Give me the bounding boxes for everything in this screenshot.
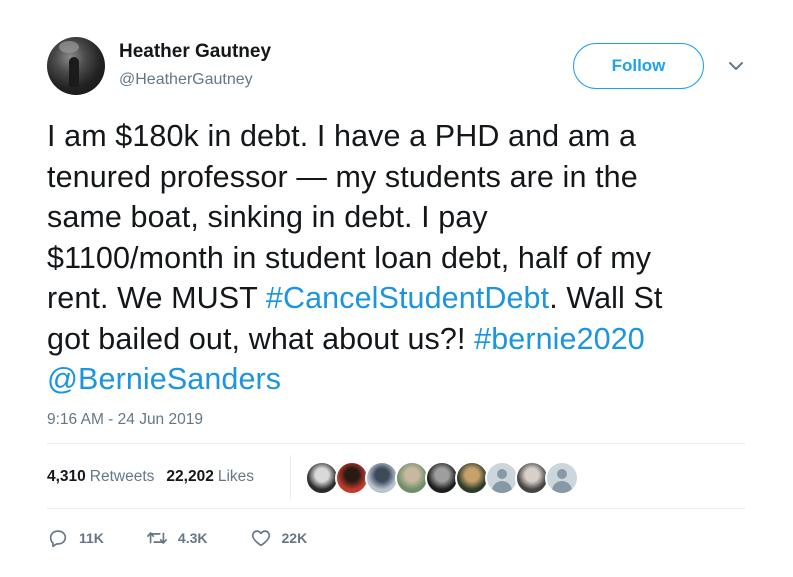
tweet-text-line: same boat, sinking in debt. I pay <box>47 197 767 238</box>
avatar-figure <box>69 57 79 87</box>
retweet-count: 4.3K <box>177 530 208 546</box>
tweet-text-line: I am $180k in debt. I have a PHD and am … <box>47 116 767 157</box>
likes-count: 22,202 <box>166 468 214 485</box>
tweet-text-segment: tenured professor — my students are in t… <box>47 159 638 194</box>
liker-avatar[interactable] <box>395 461 429 495</box>
avatar-light <box>59 41 79 53</box>
retweets-label: Retweets <box>89 468 155 485</box>
tweet-text-segment: got bailed out, what about us?! <box>47 321 475 356</box>
chevron-down-icon[interactable] <box>727 59 745 73</box>
hashtag-link[interactable]: #CancelStudentDebt <box>266 281 549 315</box>
divider <box>47 443 745 444</box>
tweet-text-segment: same boat, sinking in debt. I pay <box>47 200 488 234</box>
tweet-text-segment: I am $180k in debt. I have a PHD and am … <box>47 119 637 153</box>
tweet-text-segment: $1100/month in student loan debt, half o… <box>47 240 652 275</box>
author-name[interactable]: Heather Gautney <box>119 41 271 63</box>
like-count: 22K <box>281 530 308 546</box>
liker-avatars <box>305 461 579 497</box>
divider <box>47 508 745 509</box>
like-action[interactable]: 22K <box>250 527 308 549</box>
default-avatar-icon[interactable] <box>545 461 579 495</box>
tweet-card: Heather Gautney @HeatherGautney Follow I… <box>0 0 793 577</box>
author-avatar[interactable] <box>47 37 105 95</box>
author-handle[interactable]: @HeatherGautney <box>119 71 253 89</box>
tweet-text-line: tenured professor — my students are in t… <box>47 157 767 198</box>
mention-link[interactable]: @BernieSanders <box>47 362 281 396</box>
retweet-icon <box>146 532 167 544</box>
retweet-action[interactable]: 4.3K <box>146 527 208 549</box>
likes-label: Likes <box>217 468 255 485</box>
tweet-text: I am $180k in debt. I have a PHD and am … <box>47 116 767 400</box>
tweet-timestamp[interactable]: 9:16 AM - 24 Jun 2019 <box>47 411 203 429</box>
default-avatar-icon[interactable] <box>485 461 519 495</box>
tweet-text-line: rent. We MUST #CancelStudentDebt. Wall S… <box>47 278 767 319</box>
reply-count: 11K <box>79 530 104 546</box>
tweet-text-line: got bailed out, what about us?! #bernie2… <box>47 319 767 360</box>
liker-avatar[interactable] <box>305 461 339 495</box>
liker-avatar[interactable] <box>515 461 549 495</box>
stats-separator <box>290 455 291 499</box>
liker-avatar[interactable] <box>425 461 459 495</box>
reply-action[interactable]: 11K <box>47 527 104 549</box>
liker-avatar[interactable] <box>335 461 369 495</box>
heart-icon <box>251 530 270 547</box>
tweet-stats: 4,310 Retweets 22,202 Likes <box>47 468 254 486</box>
retweets-stat[interactable]: 4,310 Retweets <box>47 468 154 486</box>
tweet-actions: 11K 4.3K 22K <box>47 526 307 550</box>
liker-avatar[interactable] <box>455 461 489 495</box>
hashtag-link[interactable]: #bernie2020 <box>474 322 645 356</box>
reply-icon <box>49 530 67 548</box>
tweet-text-line: @BernieSanders <box>47 359 767 400</box>
tweet-text-segment: rent. We MUST <box>47 281 266 315</box>
tweet-text-segment: . Wall St <box>549 281 663 315</box>
follow-button[interactable]: Follow <box>573 43 704 89</box>
liker-avatar[interactable] <box>365 461 399 495</box>
likes-stat[interactable]: 22,202 Likes <box>166 468 254 486</box>
retweets-count: 4,310 <box>47 468 86 485</box>
tweet-text-line: $1100/month in student loan debt, half o… <box>47 238 767 279</box>
